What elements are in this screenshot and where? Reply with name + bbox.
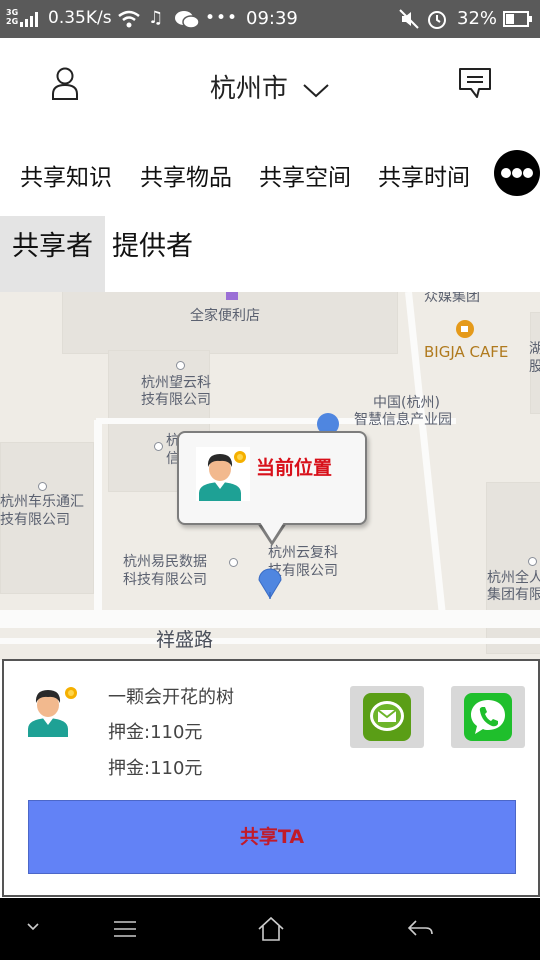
- network-3g: 3G: [6, 8, 19, 17]
- system-nav-bar: [0, 898, 540, 960]
- callout-tail-inner: [258, 519, 286, 541]
- network-speed: 0.35K/s: [48, 8, 112, 28]
- share-ta-button[interactable]: 共享TA: [28, 800, 516, 874]
- sms-icon: [363, 693, 411, 741]
- poi-chelet-line2: 技有限公司: [0, 512, 70, 528]
- avatar-icon: [28, 687, 77, 737]
- chevron-down-icon: [303, 83, 329, 97]
- wechat-icon: [175, 11, 200, 29]
- battery-icon: [503, 11, 532, 27]
- category-time[interactable]: 共享时间: [378, 158, 470, 192]
- map-road: [94, 420, 102, 620]
- signal-icon: [20, 12, 38, 27]
- provider-name: 一颗会开花的树: [108, 687, 234, 708]
- location-callout[interactable]: 当前位置: [177, 431, 367, 525]
- message-icon[interactable]: [457, 66, 493, 100]
- music-icon: ♫: [148, 8, 164, 28]
- poi-china-hz-line1: 中国(杭州): [373, 395, 440, 411]
- deposit-line-1: 押金:110元: [108, 722, 203, 743]
- poi-quanjia-line2: 集团有限: [487, 587, 540, 603]
- menu-icon[interactable]: [112, 920, 138, 938]
- road-label: 祥盛路: [156, 629, 214, 651]
- location-pin-icon[interactable]: [256, 562, 284, 600]
- collapse-icon[interactable]: [26, 922, 40, 932]
- more-dots-icon: •••: [205, 8, 239, 28]
- provider-card: 一颗会开花的树 押金:110元 押金:110元 共享TA: [2, 659, 540, 897]
- back-icon[interactable]: [406, 918, 434, 940]
- poi-dot: [176, 361, 185, 370]
- map-block: [486, 482, 540, 654]
- header: 杭州市: [0, 38, 540, 130]
- poi-yimin-line1: 杭州易民数据: [123, 554, 207, 570]
- poi-chelet-line1: 杭州车乐通汇: [0, 494, 84, 510]
- map-road: [405, 292, 446, 611]
- cafe-icon: [456, 320, 474, 338]
- map-road: [0, 638, 540, 644]
- poi-yimin-line2: 科技有限公司: [123, 572, 207, 588]
- poi-partial-right: 湖 股: [529, 341, 540, 375]
- category-knowledge[interactable]: 共享知识: [20, 158, 112, 192]
- poi-wangyun-line1: 杭州望云科: [141, 375, 211, 391]
- deposit-line-2: 押金:110元: [108, 758, 203, 779]
- category-space[interactable]: 共享空间: [259, 158, 351, 192]
- poi-dot: [528, 557, 537, 566]
- alarm-icon: [428, 11, 446, 29]
- status-bar: 3G 2G 0.35K/s ♫ ••• 09:39 32%: [0, 0, 540, 38]
- tab-provider[interactable]: 提供者: [112, 216, 212, 292]
- poi-china-hz-line2: 智慧信息产业园: [354, 412, 452, 428]
- clock: 09:39: [246, 8, 298, 29]
- poi-dot: [38, 482, 47, 491]
- city-label: 杭州市: [209, 74, 288, 104]
- category-bar: 共享知识 共享物品 共享空间 共享时间: [0, 142, 540, 204]
- poi-wangyun-line2: 技有限公司: [141, 392, 211, 408]
- poi-familymart: 全家便利店: [190, 308, 260, 324]
- call-button[interactable]: [451, 686, 525, 748]
- network-2g: 2G: [6, 17, 19, 26]
- phone-icon: [464, 693, 512, 741]
- map-road: [0, 610, 540, 628]
- poi-dot: [154, 442, 163, 451]
- wifi-icon: [118, 10, 140, 28]
- category-items[interactable]: 共享物品: [140, 158, 232, 192]
- sms-button[interactable]: [350, 686, 424, 748]
- home-icon[interactable]: [257, 916, 285, 942]
- more-icon[interactable]: [494, 150, 540, 196]
- network-type: 3G 2G: [6, 8, 18, 26]
- store-icon: [226, 292, 238, 300]
- poi-yunfu-line1: 杭州云复科: [268, 545, 338, 561]
- poi-cafe: BIGJA CAFE: [424, 343, 509, 361]
- poi-dot: [229, 558, 238, 567]
- tab-sharer[interactable]: 共享者: [0, 216, 105, 292]
- battery-percent: 32%: [457, 8, 498, 29]
- poi-media-group: 众媒集团: [424, 292, 480, 305]
- mute-icon: [399, 9, 419, 29]
- poi-quanjia-line1: 杭州全人: [487, 570, 540, 586]
- avatar-icon: [196, 447, 250, 501]
- callout-label: 当前位置: [256, 457, 333, 479]
